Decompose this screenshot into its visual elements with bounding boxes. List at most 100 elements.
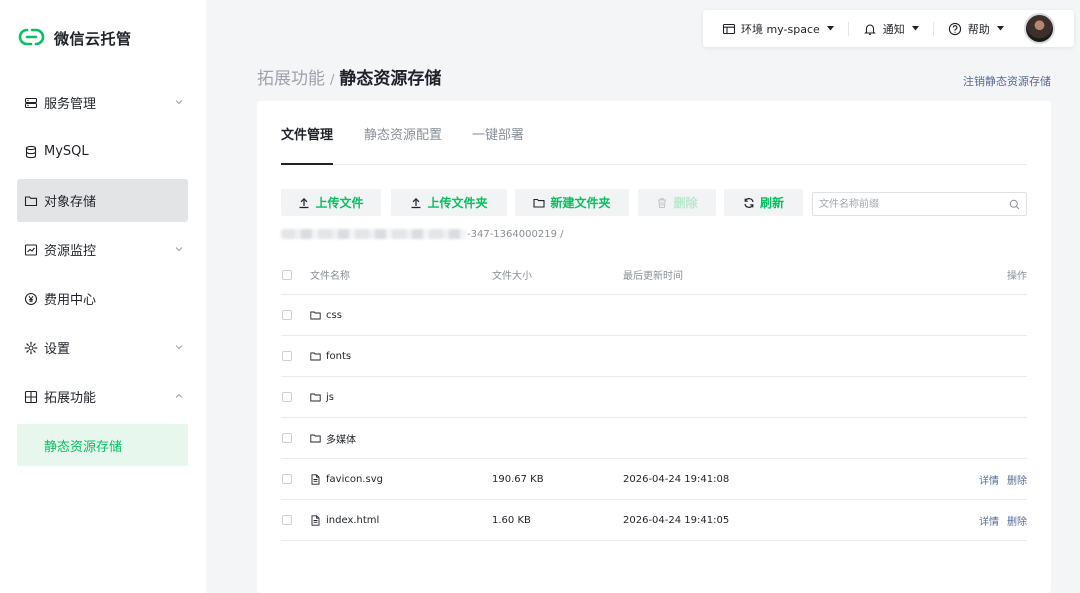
server-icon xyxy=(24,96,38,110)
file-name: favicon.svg xyxy=(326,473,383,485)
folder-icon xyxy=(310,352,321,360)
file-size: 1.60 KB xyxy=(492,514,531,526)
chart-icon xyxy=(24,243,38,257)
sidebar-item-label: 资源监控 xyxy=(44,244,97,259)
row-checkbox[interactable] xyxy=(282,392,292,402)
breadcrumb-separator: / xyxy=(330,73,335,88)
sidebar-item-resource-monitor[interactable]: 资源监控 xyxy=(17,228,188,271)
file-icon xyxy=(311,473,320,485)
refresh-button[interactable]: 刷新 xyxy=(724,189,803,216)
row-checkbox[interactable] xyxy=(282,433,292,443)
table-row[interactable]: index.html 1.60 KB 2026-04-24 19:41:05 详… xyxy=(281,500,1027,541)
delete-label: 删除 xyxy=(673,196,698,210)
folder-icon xyxy=(310,434,321,442)
deregister-static-storage-link[interactable]: 注销静态资源存储 xyxy=(963,73,1051,89)
breadcrumb: 拓展功能 / 静态资源存储 xyxy=(257,64,441,89)
notifications-menu[interactable]: 通知 xyxy=(863,21,919,37)
sidebar-nav: 服务管理 MySQL 对象存储 资源监控 费用中心 设置 拓展功能 静态资源存储 xyxy=(17,81,188,466)
new-folder-button[interactable]: 新建文件夹 xyxy=(515,189,629,216)
chevron-up-icon xyxy=(175,393,183,398)
delete-link[interactable]: 删除 xyxy=(1007,513,1027,528)
upload-icon xyxy=(411,197,421,208)
sidebar-item-service-management[interactable]: 服务管理 xyxy=(17,81,188,124)
sidebar-item-settings[interactable]: 设置 xyxy=(17,326,188,369)
search-icon[interactable] xyxy=(1009,199,1020,210)
tab-bar: 文件管理 静态资源配置 一键部署 xyxy=(281,101,1027,165)
sidebar-item-label: 设置 xyxy=(44,342,71,357)
tab-file-management[interactable]: 文件管理 xyxy=(281,124,334,165)
environment-label: 环境 my-space xyxy=(741,22,820,36)
window-icon xyxy=(722,23,736,34)
refresh-label: 刷新 xyxy=(759,196,784,210)
chevron-down-icon xyxy=(175,345,183,350)
row-checkbox[interactable] xyxy=(282,515,292,525)
sidebar-item-mysql[interactable]: MySQL xyxy=(17,130,188,173)
sidebar-item-extensions[interactable]: 拓展功能 xyxy=(17,375,188,418)
detail-link[interactable]: 详情 xyxy=(979,513,999,528)
file-name-cell[interactable]: css xyxy=(310,295,342,335)
row-checkbox[interactable] xyxy=(282,310,292,320)
detail-link[interactable]: 详情 xyxy=(979,472,999,487)
caret-down-icon xyxy=(826,26,834,31)
row-checkbox[interactable] xyxy=(282,351,292,361)
folder-add-icon xyxy=(533,198,546,208)
select-all-checkbox[interactable] xyxy=(282,269,292,280)
sidebar-item-label: 服务管理 xyxy=(44,97,97,112)
column-header-size: 文件大小 xyxy=(492,271,532,282)
wechat-cloud-logo-icon xyxy=(18,26,45,51)
delete-link[interactable]: 删除 xyxy=(1007,472,1027,487)
folder-icon xyxy=(310,393,321,401)
divider xyxy=(932,21,934,36)
upload-file-button[interactable]: 上传文件 xyxy=(281,189,381,216)
table-row[interactable]: favicon.svg 190.67 KB 2026-04-24 19:41:0… xyxy=(281,459,1027,500)
tab-static-resource-config[interactable]: 静态资源配置 xyxy=(364,124,442,163)
sidebar-subitem-static-storage[interactable]: 静态资源存储 xyxy=(17,424,188,466)
chevron-down-icon xyxy=(175,100,183,105)
divider xyxy=(847,21,849,36)
page-title: 静态资源存储 xyxy=(339,69,442,89)
sidebar-subitem-label: 静态资源存储 xyxy=(44,439,123,455)
table-row[interactable]: 多媒体 xyxy=(281,418,1027,459)
storage-path: -347-1364000219 / xyxy=(281,226,563,242)
file-name: fonts xyxy=(326,350,352,362)
chevron-down-icon xyxy=(175,247,183,252)
file-name-cell: index.html xyxy=(310,500,379,540)
help-menu[interactable]: 帮助 xyxy=(948,21,1004,37)
file-name: css xyxy=(326,309,342,321)
row-checkbox[interactable] xyxy=(282,474,292,484)
table-row[interactable]: js xyxy=(281,377,1027,418)
row-actions: 详情 删除 xyxy=(971,500,1027,540)
brand[interactable]: 微信云托管 xyxy=(18,26,132,51)
refresh-icon xyxy=(744,197,754,208)
row-actions: 详情 删除 xyxy=(971,459,1027,499)
file-size: 190.67 KB xyxy=(492,473,544,485)
tab-one-click-deploy[interactable]: 一键部署 xyxy=(472,124,524,163)
delete-button[interactable]: 删除 xyxy=(638,189,716,216)
search-input[interactable] xyxy=(819,194,1005,214)
file-name-cell[interactable]: js xyxy=(310,377,334,417)
file-name: 多媒体 xyxy=(326,434,356,446)
grid-icon xyxy=(24,390,38,404)
database-icon xyxy=(24,145,38,159)
breadcrumb-parent[interactable]: 拓展功能 xyxy=(257,64,325,89)
sidebar-item-billing[interactable]: 费用中心 xyxy=(17,277,188,320)
upload-folder-button[interactable]: 上传文件夹 xyxy=(391,189,507,216)
table-row[interactable]: css xyxy=(281,295,1027,336)
file-name-cell[interactable]: fonts xyxy=(310,336,351,376)
user-avatar[interactable] xyxy=(1023,13,1055,44)
table-row[interactable]: fonts xyxy=(281,336,1027,377)
path-blurred-segment xyxy=(281,229,466,239)
path-text: -347-1364000219 / xyxy=(467,228,564,240)
help-circle-icon xyxy=(948,22,961,35)
environment-selector[interactable]: 环境 my-space xyxy=(722,21,834,37)
folder-icon xyxy=(310,311,321,319)
main-card: 文件管理 静态资源配置 一键部署 上传文件 上传文件夹 新建文件夹 删除 刷新 xyxy=(257,101,1051,593)
bell-icon xyxy=(863,23,876,35)
sidebar-item-object-storage[interactable]: 对象存储 xyxy=(17,179,188,222)
brand-name: 微信云托管 xyxy=(54,30,132,48)
search-box xyxy=(812,192,1027,216)
file-updated-time: 2026-04-24 19:41:08 xyxy=(623,473,730,485)
column-header-name: 文件名称 xyxy=(310,271,350,282)
upload-icon xyxy=(299,197,309,208)
file-name-cell[interactable]: 多媒体 xyxy=(310,418,356,458)
